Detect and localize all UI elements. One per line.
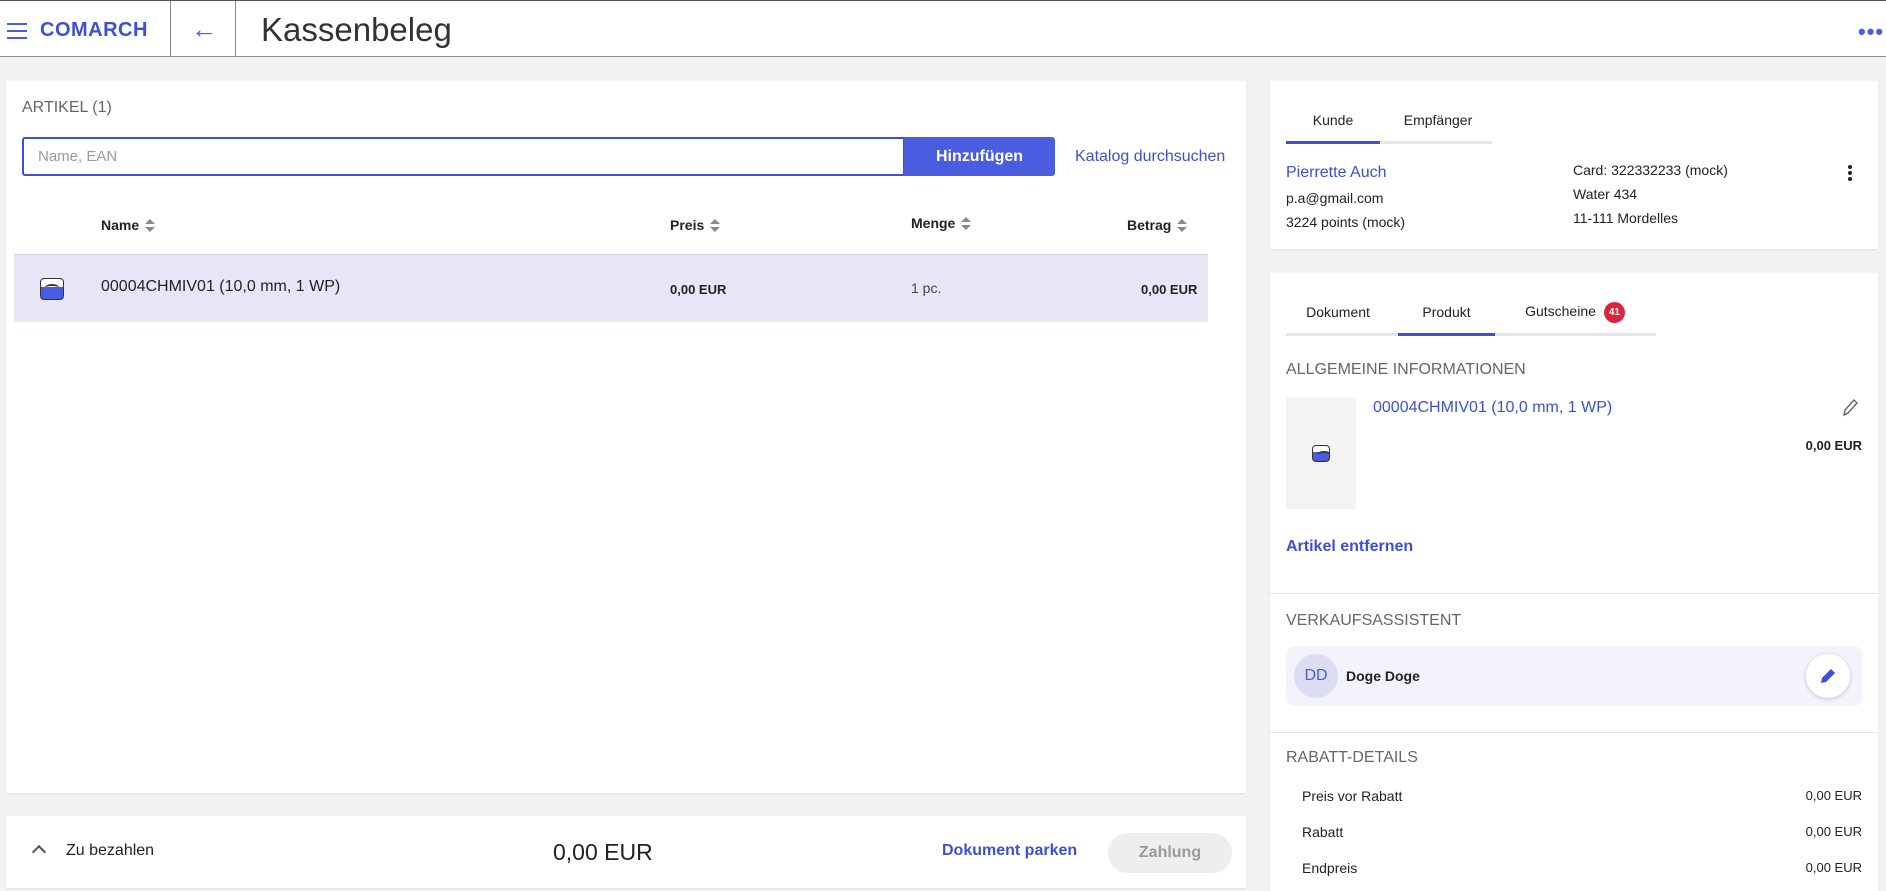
discount-label: Rabatt — [1302, 824, 1344, 840]
column-header-price[interactable]: Preis — [670, 217, 721, 233]
customer-street: Water 434 — [1573, 186, 1638, 202]
tab-product[interactable]: Produkt — [1398, 304, 1495, 320]
sort-icon — [710, 219, 721, 233]
sort-icon — [1177, 219, 1188, 233]
voucher-count-badge: 41 — [1603, 302, 1625, 323]
add-button[interactable]: Hinzufügen — [904, 137, 1055, 176]
sort-icon — [961, 217, 972, 231]
discount-row-price-before: Preis vor Rabatt 0,00 EUR — [1302, 788, 1862, 804]
column-header-label: Betrag — [1127, 217, 1172, 233]
product-name-link[interactable]: 00004CHMIV01 (10,0 mm, 1 WP) — [1373, 399, 1612, 417]
sales-assistant-card: DD Doge Doge — [1286, 646, 1862, 706]
customer-email: p.a@gmail.com — [1286, 190, 1384, 206]
to-pay-label: Zu bezahlen — [66, 842, 155, 859]
tab-customer[interactable]: Kunde — [1286, 112, 1380, 128]
search-input[interactable] — [22, 137, 905, 176]
product-price: 0,00 EUR — [1805, 438, 1862, 453]
column-header-amount[interactable]: Betrag — [1127, 217, 1188, 233]
tab-vouchers-label: Gutscheine — [1525, 303, 1596, 320]
customer-name-link[interactable]: Pierrette Auch — [1286, 164, 1387, 182]
catalog-search-link[interactable]: Katalog durchsuchen — [1075, 148, 1225, 166]
column-header-label: Name — [101, 217, 140, 233]
page-title: Kassenbeleg — [261, 11, 452, 48]
assistant-name: Doge Doge — [1346, 668, 1420, 684]
tab-vouchers[interactable]: Gutscheine 41 — [1505, 302, 1645, 323]
column-header-label: Menge — [911, 215, 956, 231]
table-row[interactable]: 00004CHMIV01 (10,0 mm, 1 WP) 0,00 EUR 1 … — [14, 254, 1208, 322]
more-vertical-icon[interactable] — [1848, 165, 1852, 183]
general-info-title: ALLGEMEINE INFORMATIONEN — [1286, 361, 1526, 378]
tab-recipient[interactable]: Empfänger — [1385, 112, 1491, 128]
details-panel: Dokument Produkt Gutscheine 41 ALLGEMEINE… — [1270, 273, 1878, 891]
row-quantity: 1 pc. — [911, 280, 942, 296]
active-tab-indicator — [1286, 141, 1380, 144]
column-header-name[interactable]: Name — [101, 217, 156, 233]
chevron-up-icon[interactable] — [31, 844, 47, 860]
park-document-link[interactable]: Dokument parken — [942, 842, 1077, 860]
section-divider — [1270, 593, 1878, 594]
header-divider — [235, 1, 236, 57]
sort-icon — [145, 219, 156, 233]
total-amount: 0,00 EUR — [553, 839, 653, 865]
app-header: COMARCH ← Kassenbeleg ••• — [0, 0, 1886, 57]
edit-assistant-button[interactable] — [1806, 654, 1850, 698]
row-price: 0,00 EUR — [670, 282, 727, 297]
discount-value: 0,00 EUR — [1805, 860, 1862, 875]
articles-panel: ARTIKEL (1) Hinzufügen Katalog durchsuch… — [6, 81, 1246, 793]
tab-document[interactable]: Dokument — [1286, 304, 1390, 320]
avatar: DD — [1294, 654, 1338, 698]
discount-value: 0,00 EUR — [1805, 788, 1862, 803]
image-placeholder-icon — [1312, 445, 1330, 462]
articles-title: ARTIKEL (1) — [22, 99, 112, 116]
column-header-qty[interactable]: Menge — [911, 215, 972, 231]
payment-footer: Zu bezahlen 0,00 EUR Dokument parken Zah… — [6, 816, 1246, 888]
row-product-name: 00004CHMIV01 (10,0 mm, 1 WP) — [101, 278, 341, 295]
header-divider — [170, 1, 171, 57]
customer-card: Card: 322332233 (mock) — [1573, 162, 1728, 178]
hamburger-icon[interactable] — [7, 23, 27, 39]
arrow-left-icon[interactable]: ← — [188, 15, 220, 43]
discount-row-discount: Rabatt 0,00 EUR — [1302, 824, 1862, 840]
row-amount: 0,00 EUR — [1141, 282, 1198, 297]
payment-button[interactable]: Zahlung — [1108, 833, 1232, 873]
pencil-icon[interactable] — [1840, 397, 1860, 419]
product-image — [1286, 397, 1356, 509]
customer-points: 3224 points (mock) — [1286, 214, 1406, 230]
remove-item-link[interactable]: Artikel entfernen — [1286, 538, 1413, 556]
more-horizontal-icon[interactable]: ••• — [1858, 19, 1884, 45]
discount-label: Endpreis — [1302, 860, 1358, 876]
customer-city: 11-111 Mordelles — [1573, 210, 1679, 226]
sales-assistant-title: VERKAUFSASSISTENT — [1286, 612, 1462, 629]
discount-details-title: RABATT-DETAILS — [1286, 749, 1418, 766]
discount-label: Preis vor Rabatt — [1302, 788, 1403, 804]
active-tab-indicator — [1398, 333, 1495, 336]
section-divider — [1270, 732, 1878, 733]
brand-logo: COMARCH — [40, 19, 148, 41]
discount-row-final-price: Endpreis 0,00 EUR — [1302, 860, 1862, 876]
discount-value: 0,00 EUR — [1805, 824, 1862, 839]
column-header-label: Preis — [670, 217, 705, 233]
customer-panel: Kunde Empfänger Pierrette Auch p.a@gmail… — [1270, 81, 1878, 249]
image-placeholder-icon — [40, 278, 64, 300]
pencil-icon — [1821, 669, 1835, 683]
